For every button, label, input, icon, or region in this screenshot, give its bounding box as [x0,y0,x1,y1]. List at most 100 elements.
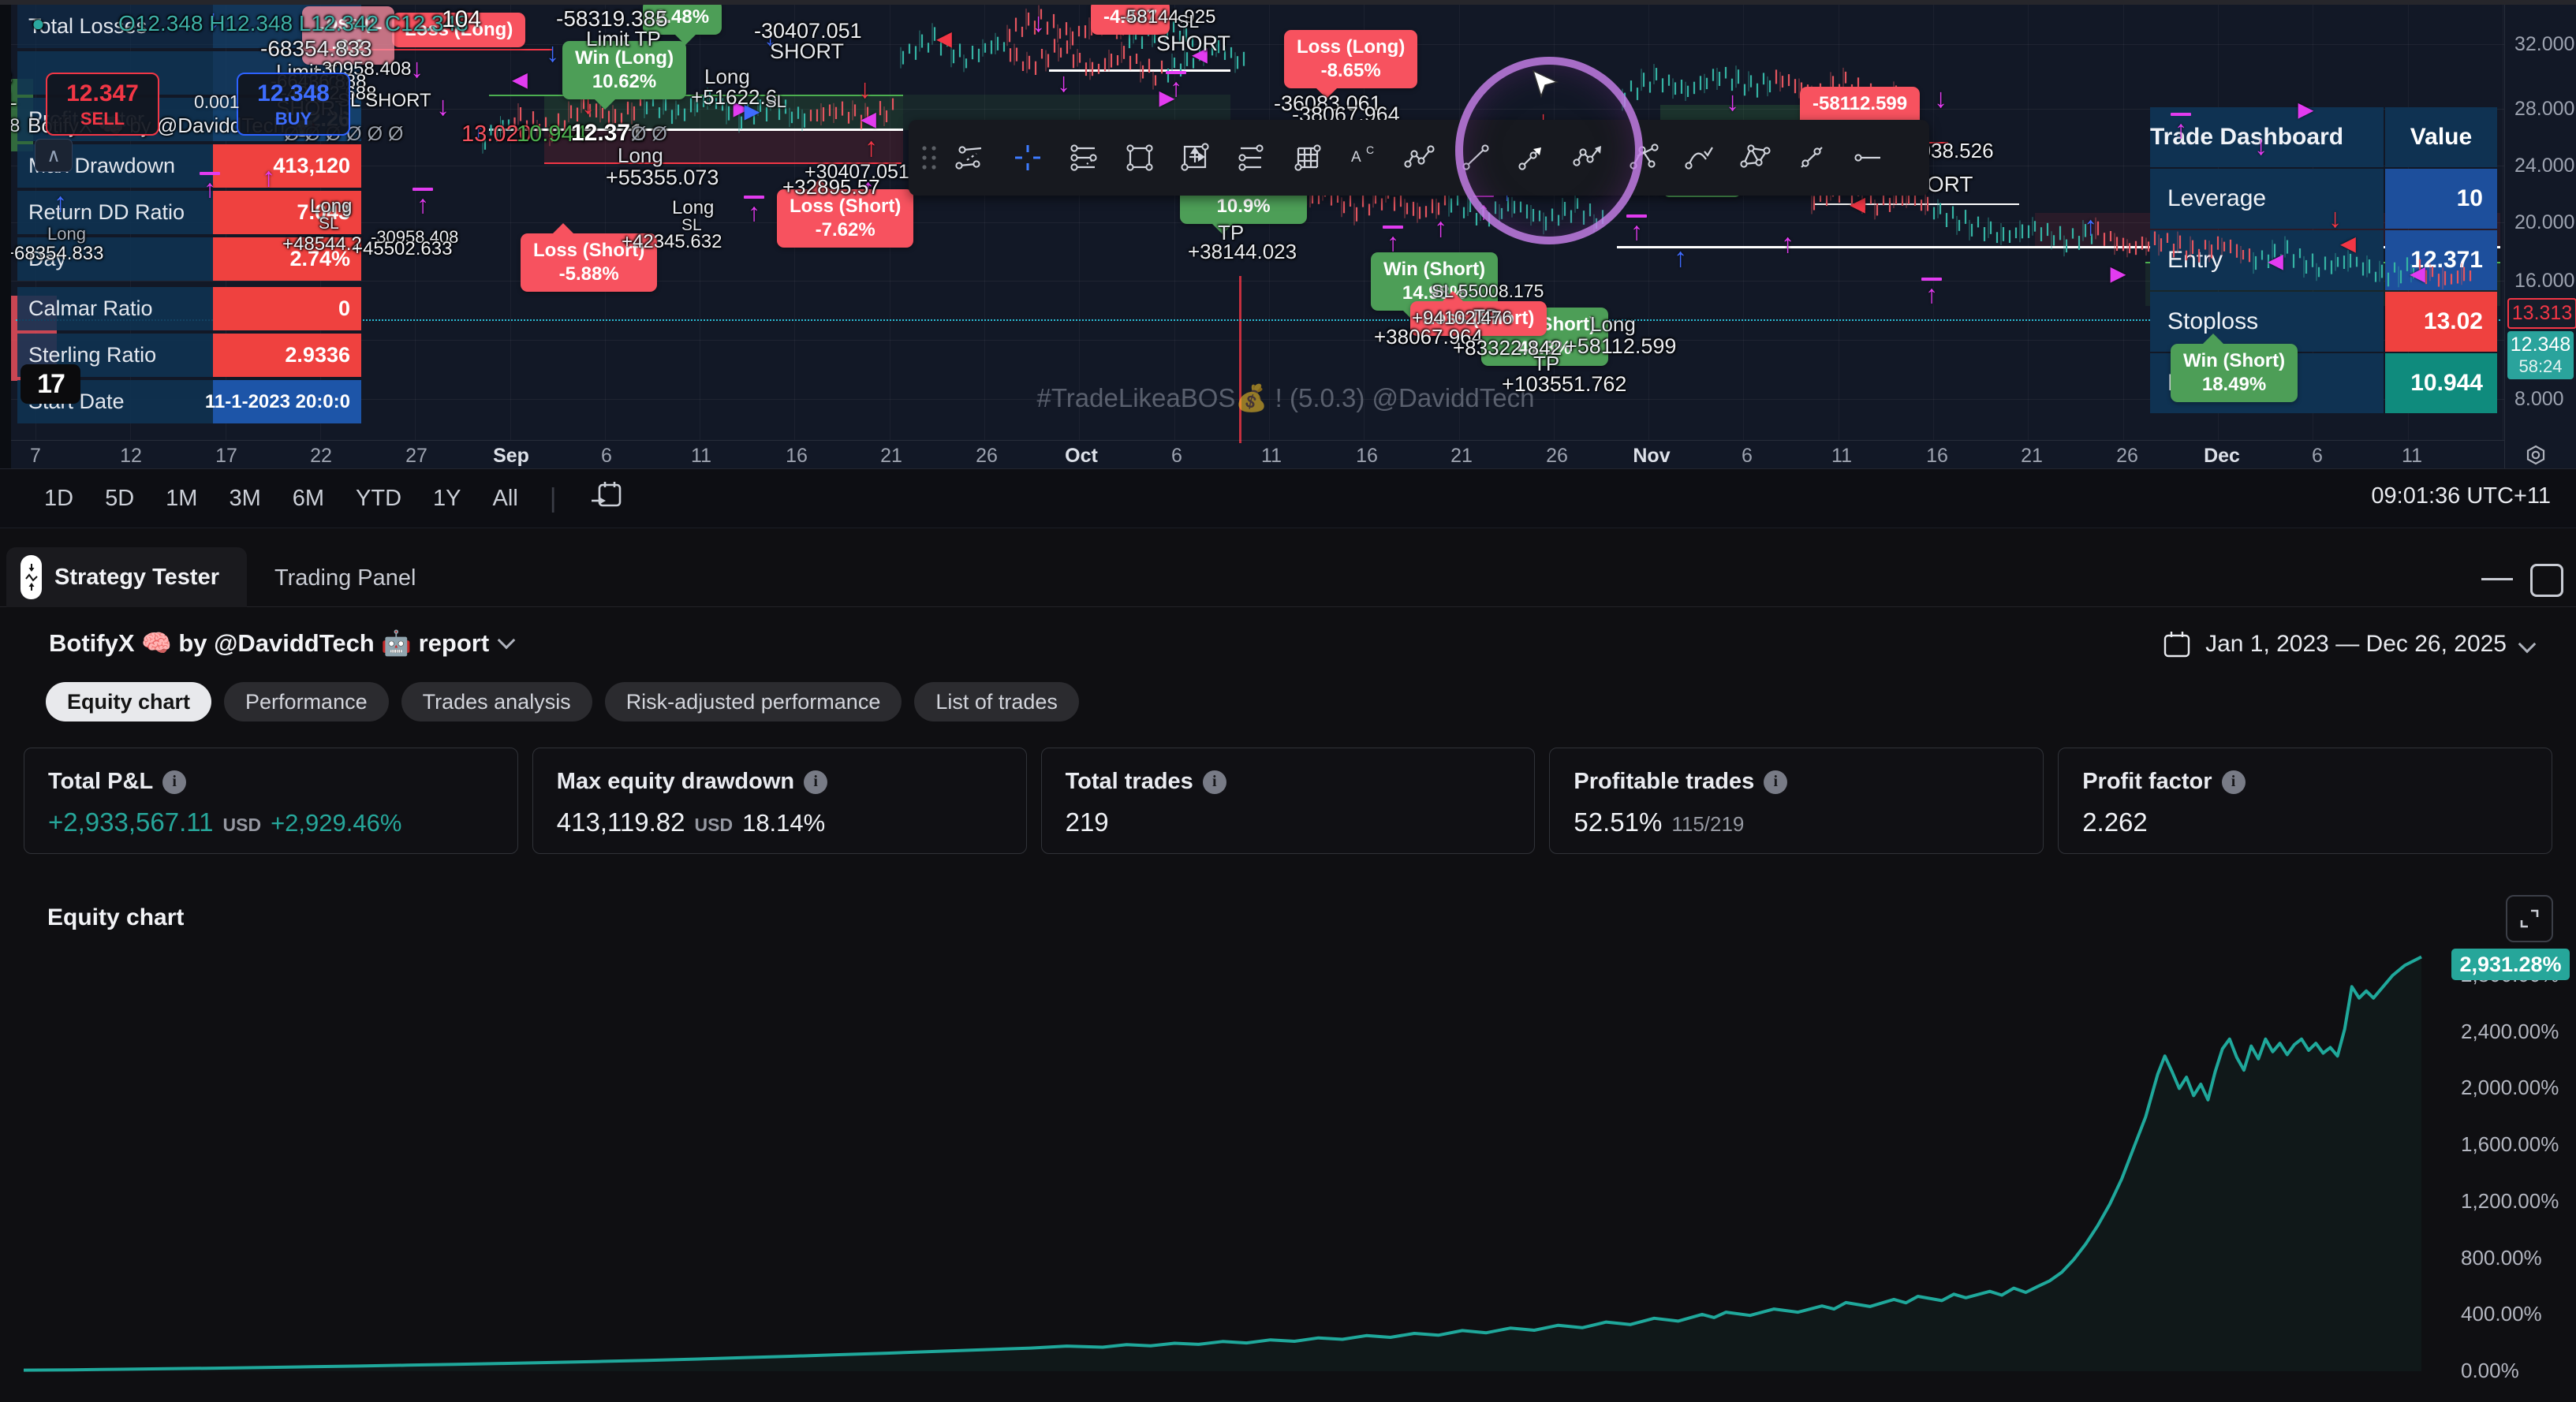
time-axis-label: 11 [691,445,711,468]
price-axis[interactable]: 32.00028.00024.00020.00016.0008.00013.31… [2504,0,2576,468]
tradingview-logo[interactable]: 17 [21,364,80,404]
tab-strategy-tester[interactable]: Strategy Tester [6,547,247,607]
trade-marker-icon: ▶ [2111,265,2125,284]
chart-plot-area[interactable]: ↓↓↓↓↓↓↓↓↓↓↑↑↑↑↑↑↑↑↑↑↑↑↑↑↑↑↑↑↑↓↓↓↓↓↓↓↓↑▶▶… [0,0,2504,440]
trade-label: Loss (Long)-8.65% [1284,30,1417,88]
text-tool-icon[interactable]: AC [1335,125,1391,191]
trade-marker-icon: ↑ [1921,278,1942,307]
stat-card-values: 52.51%115/219 [1574,807,2019,837]
range-button-all[interactable]: All [493,486,518,512]
drag-handle-icon[interactable] [917,125,943,191]
buy-label: BUY [238,109,349,129]
chart-overlay-text: +68354.833 [3,243,103,265]
drawing-toolbar[interactable]: AC [909,120,1929,196]
range-buttons: 1D5D1M3M6MYTD1YAll| [44,469,625,528]
price-chart[interactable]: ↓↓↓↓↓↓↓↓↓↓↑↑↑↑↑↑↑↑↑↑↑↑↑↑↑↑↑↑↑↓↓↓↓↓↓↓↓↑▶▶… [0,0,2576,468]
report-tab-performance[interactable]: Performance [224,682,389,722]
sloped-line-icon[interactable] [1783,125,1839,191]
curve-icon[interactable] [1671,125,1727,191]
time-axis-label: 21 [2021,445,2043,468]
time-axis-label: 11 [2402,445,2422,468]
disjoint-channel-icon[interactable] [1055,125,1111,191]
range-button-1m[interactable]: 1M [166,486,197,512]
go-to-date-icon[interactable] [588,477,625,520]
chart-overlay-text: O12.348 H12.348 L12.342 C12.348 [118,11,469,36]
horizontal-ray-icon[interactable] [1839,125,1895,191]
minimize-icon[interactable] [2481,578,2513,580]
time-axis-label: 11 [1261,445,1282,468]
xabcd-pattern-icon[interactable] [1727,125,1783,191]
time-axis-label: 26 [1546,445,1568,468]
report-tab-risk-adjusted-performance[interactable]: Risk-adjusted performance [605,682,902,722]
report-tab-list-of-trades[interactable]: List of trades [914,682,1079,722]
chart-overlay-text: +103551.762 [1502,372,1626,397]
clock[interactable]: 09:01:36 UTC+11 [2371,483,2551,509]
sell-button[interactable]: 12.347 SELL [46,73,159,136]
price-axis-label: 20.000 [2514,211,2574,234]
time-axis-label: 12 [120,445,142,468]
chart-overlay-text: SL 55008.175 [1432,281,1544,302]
trade-marker-icon: ↑ [744,196,764,225]
tab-strategy-tester-label: Strategy Tester [54,565,219,591]
stat-card-values: 2.262 [2082,807,2528,837]
time-axis-label: 22 [310,445,332,468]
date-range-control[interactable]: Jan 1, 2023 — Dec 26, 2025 [2161,628,2533,660]
info-icon[interactable]: i [804,770,827,794]
report-tab-equity-chart[interactable]: Equity chart [46,682,211,722]
range-button-6m[interactable]: 6M [293,486,324,512]
chart-overlay-text: +51622.6 [691,85,777,110]
info-icon[interactable]: i [2222,770,2246,794]
grid-icon[interactable] [1279,125,1335,191]
price-axis-label: 16.000 [2514,270,2574,293]
report-title[interactable]: BotifyX 🧠 by @DaviddTech 🤖 report [49,628,513,658]
chart-overlay-text: +48544.2 [282,233,362,255]
trade-marker-icon: ↓ [546,39,559,66]
range-button-3m[interactable]: 3M [229,486,260,512]
chart-overlay-text: SL [1177,11,1199,32]
trade-marker-icon: ↓ [858,76,872,103]
trade-label-line: 10.62% [575,70,674,94]
time-axis-label: 21 [1450,445,1473,468]
parallel-channel-icon[interactable] [943,125,999,191]
info-icon[interactable]: i [1203,770,1226,794]
zigzag-icon[interactable] [1391,125,1447,191]
maximize-icon[interactable] [2530,564,2563,597]
buy-price: 12.348 [238,80,349,107]
date-price-range-icon[interactable] [1167,125,1223,191]
buy-button[interactable]: 12.348 BUY [237,73,350,136]
chart-overlay-text: -58144.925 [1120,6,1215,28]
price-badge-value: 12.348 [2507,334,2574,356]
range-button-1d[interactable]: 1D [44,486,73,512]
price-axis-label: 32.000 [2514,33,2574,56]
range-button-5d[interactable]: 5D [105,486,134,512]
stat-card-header: Total P&Li [48,769,494,795]
trade-label-line: Win (Short) [1383,258,1485,282]
info-icon[interactable]: i [162,770,186,794]
equity-current-value-badge: 2,931.28% [2451,949,2570,980]
expand-icon[interactable] [2506,895,2553,942]
equity-axis-label: 1,200.00% [2461,1189,2559,1214]
equity-axis-label: 1,600.00% [2461,1132,2559,1157]
price-axis-label: 24.000 [2514,155,2574,177]
time-axis[interactable]: 712172227Sep611162126Oct611162126Nov6111… [0,440,2504,468]
time-axis-label: 16 [1356,445,1378,468]
trade-marker-icon: ↑ [1781,230,1794,257]
trade-marker-icon: ↑ [413,188,433,217]
collapse-panel-button[interactable]: ∧ [35,139,73,172]
crosshair-icon[interactable] [999,125,1055,191]
gear-icon[interactable] [2522,443,2549,468]
report-tab-trades-analysis[interactable]: Trades analysis [401,682,592,722]
stat-card-label: Profitable trades [1574,769,1754,795]
horizontal-lines-icon[interactable] [1223,125,1279,191]
chart-overlay-text: 8 [9,115,20,137]
range-button-ytd[interactable]: YTD [356,486,401,512]
trade-marker-icon: ▶ [1159,89,1174,108]
tab-trading-panel[interactable]: Trading Panel [274,565,416,591]
info-icon[interactable]: i [1764,770,1787,794]
rectangle-icon[interactable] [1111,125,1167,191]
trade-marker-icon: ↓ [1032,9,1045,36]
marker-arrow: ↑ [413,192,433,217]
range-button-1y[interactable]: 1Y [433,486,461,512]
trade-marker-icon: ↑ [2171,113,2191,142]
stat-cards: Total P&Li+2,933,567.11USD+2,929.46%Max … [24,748,2552,854]
